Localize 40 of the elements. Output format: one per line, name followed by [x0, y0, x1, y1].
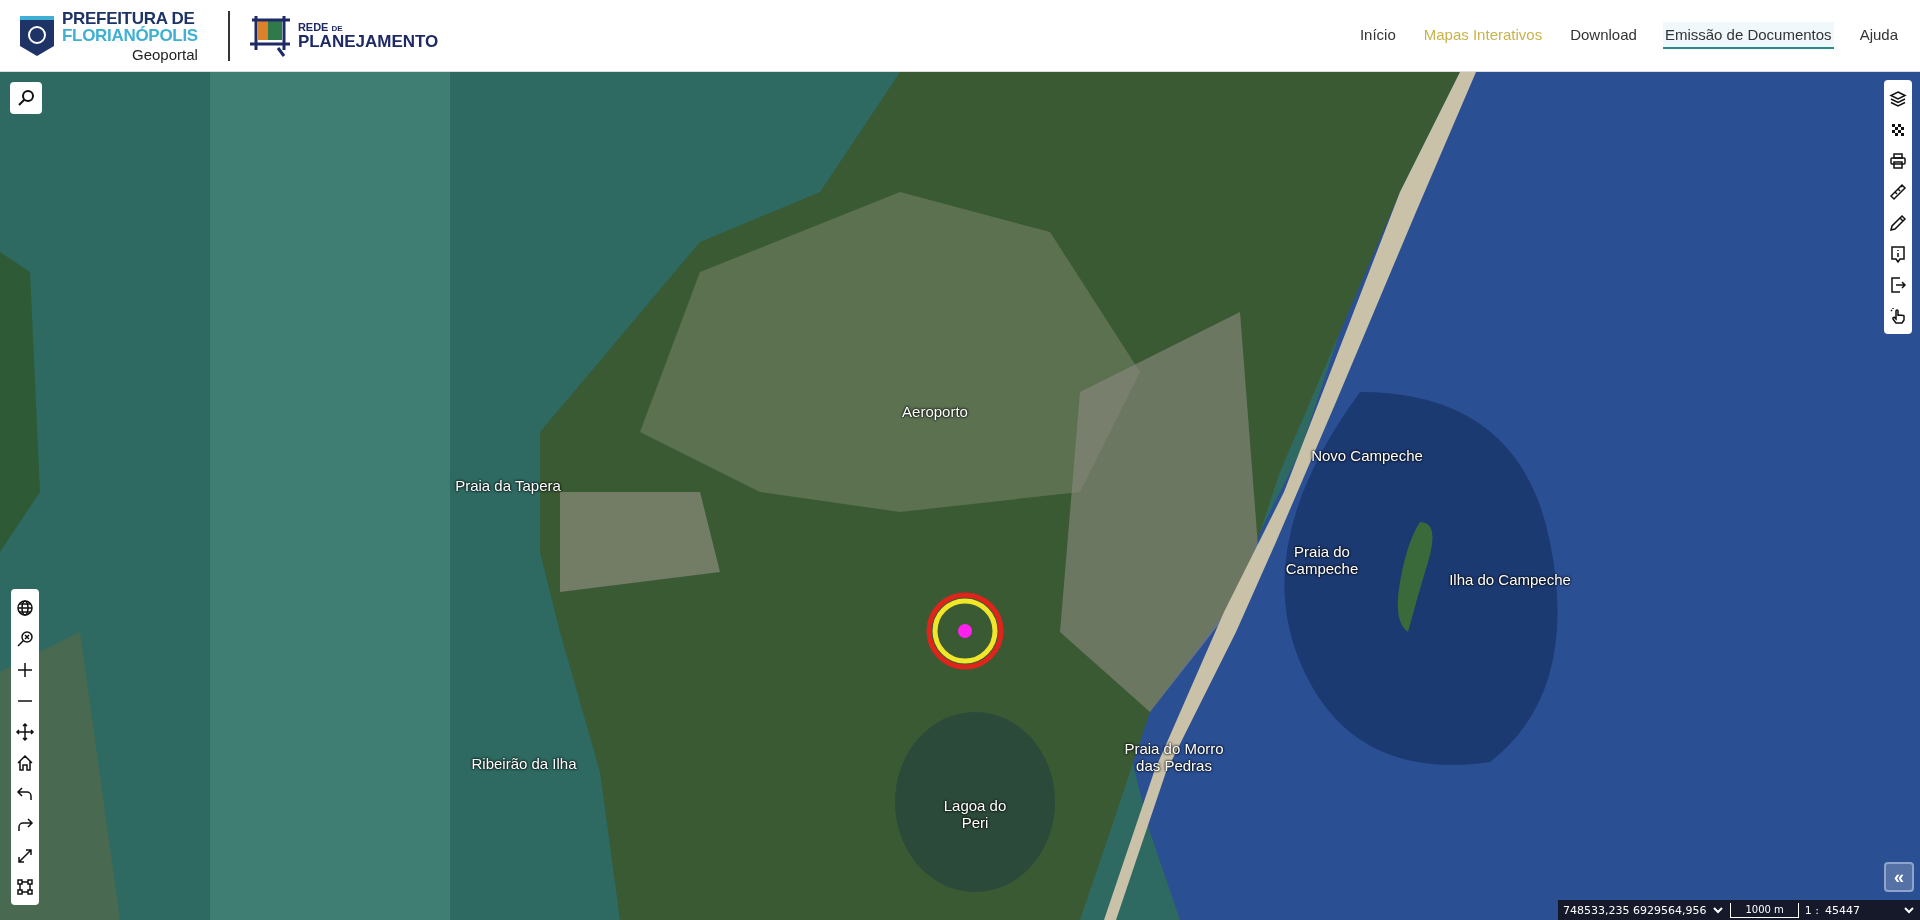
coordinates-text: 748533,235 6929564,956: [1563, 903, 1707, 917]
search-button[interactable]: [10, 82, 42, 114]
place-label: Praia do Campeche: [1284, 543, 1360, 577]
chevron-down-icon[interactable]: [1712, 905, 1725, 915]
scale-value: 45447: [1825, 903, 1861, 917]
partner-logo-name: PLANEJAMENTO: [297, 32, 439, 50]
center-icon: [15, 721, 35, 742]
city-shield-icon: [20, 15, 54, 56]
nav-link[interactable]: Download: [1568, 22, 1639, 49]
print-icon: [1888, 150, 1908, 171]
globe-icon: [15, 597, 35, 618]
nav-link[interactable]: Emissão de Documentos: [1662, 22, 1834, 49]
partner-logo-title: REDE: [297, 21, 329, 33]
logo-city: FLORIANÓPOLIS: [62, 26, 198, 44]
logo-title: PREFEITURA DE: [62, 9, 195, 27]
place-label: Aeroporto: [902, 402, 968, 420]
info-icon: [1888, 243, 1908, 264]
place-label: Lagoa do Peri: [942, 797, 1008, 831]
place-label: Ilha do Campeche: [1449, 570, 1571, 588]
logo-subtitle: Geoportal: [132, 46, 198, 62]
layers-icon: [1888, 88, 1908, 109]
nav-link[interactable]: Ajuda: [1857, 22, 1900, 49]
scale-prefix: 1 :: [1804, 903, 1820, 917]
pencil-icon: [1888, 212, 1908, 233]
pointer-icon: [1888, 305, 1908, 326]
search-icon: [16, 88, 36, 108]
export-icon: [1888, 274, 1908, 295]
zoom-box-icon: [15, 628, 35, 649]
place-label: Ribeirão da Ilha: [471, 754, 577, 772]
extent-icon: [15, 876, 35, 897]
place-label: Praia da Tapera: [455, 476, 561, 494]
place-label: Novo Campeche: [1311, 446, 1423, 464]
collapse-button[interactable]: «: [1884, 862, 1914, 892]
zoom-out-icon: [17, 699, 33, 702]
home-icon: [15, 752, 35, 773]
partner-logo-connector: DE: [331, 24, 343, 33]
ruler-icon: [1888, 181, 1908, 202]
nav-link[interactable]: Início: [1357, 22, 1398, 49]
chevron-down-icon[interactable]: [1903, 905, 1915, 915]
scale-bar: 1000 m: [1730, 902, 1799, 918]
